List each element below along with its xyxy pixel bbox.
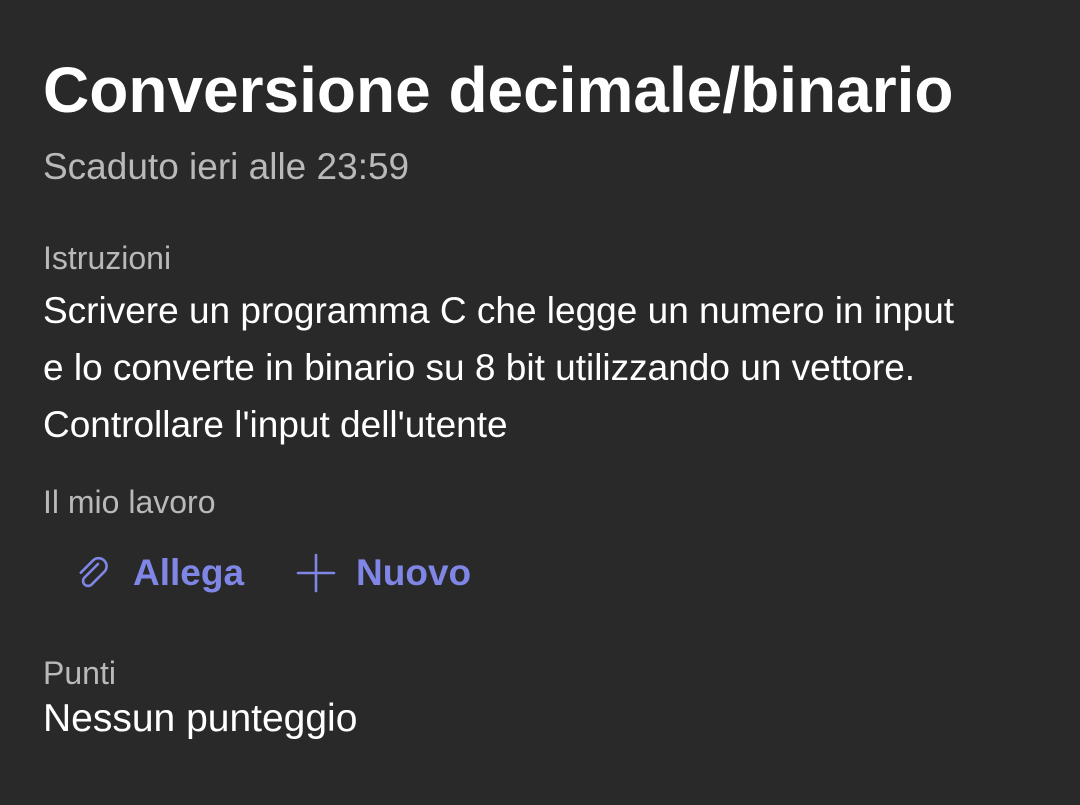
instructions-line: e lo converte in binario su 8 bit utiliz… — [43, 347, 916, 388]
paperclip-icon — [73, 553, 113, 593]
points-label: Punti — [43, 655, 116, 691]
points-value: Nessun punteggio — [43, 697, 358, 740]
instructions-text: Scrivere un programma C che legge un num… — [43, 282, 1038, 453]
assignment-details: Conversione decimale/binario Scaduto ier… — [43, 0, 1040, 805]
instructions-label: Istruzioni — [43, 240, 172, 276]
due-status: Scaduto ieri alle 23:59 — [43, 146, 410, 187]
plus-icon — [296, 553, 336, 593]
new-label: Nuovo — [356, 552, 472, 593]
attach-button[interactable]: Allega — [73, 551, 244, 595]
new-button[interactable]: Nuovo — [296, 551, 471, 595]
page-title: Conversione decimale/binario — [43, 54, 954, 126]
instructions-line: Controllare l'input dell'utente — [43, 404, 508, 445]
instructions-line: Scrivere un programma C che legge un num… — [43, 290, 955, 331]
my-work-label: Il mio lavoro — [43, 484, 216, 520]
work-actions: Allega Nuovo — [73, 545, 471, 601]
attach-label: Allega — [133, 552, 245, 593]
